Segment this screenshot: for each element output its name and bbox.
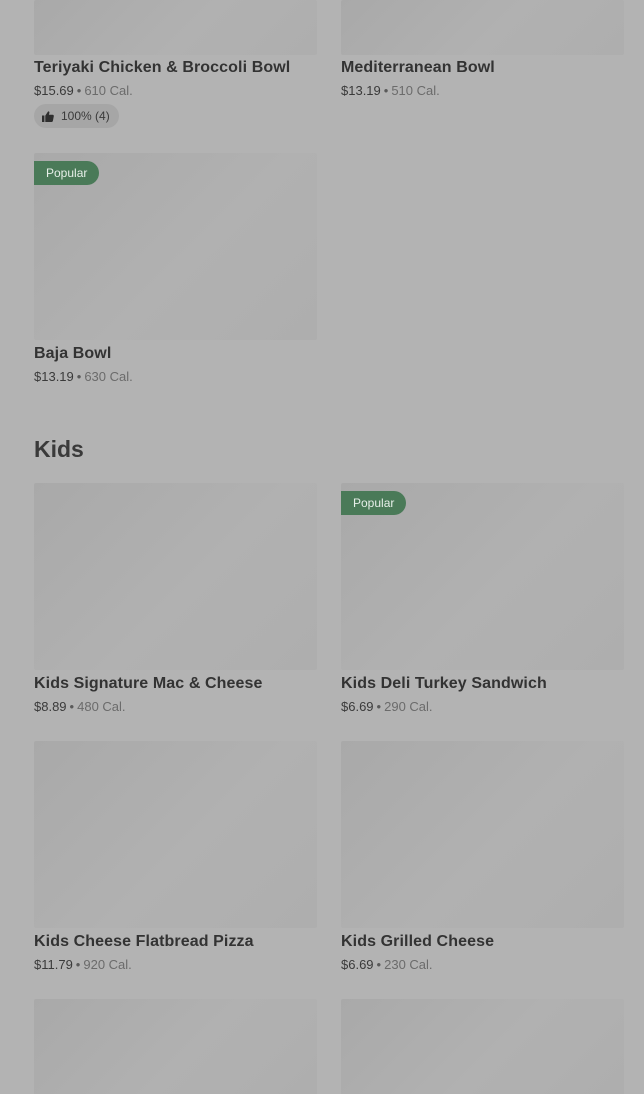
item-calories: 290 Cal. [384,699,433,714]
item-image [341,0,624,55]
rating-value: 100% (4) [61,109,110,123]
item-calories: 610 Cal. [84,83,133,98]
menu-item-card[interactable]: Popular Baja Bowl $13.19 • 630 Cal. [34,153,317,393]
menu-item-card[interactable]: Popular Kids Deli Turkey Sandwich $6.69 •… [341,483,624,723]
item-calories: 510 Cal. [391,83,440,98]
thumbs-up-icon [42,110,54,122]
item-price: $8.89 [34,699,67,714]
item-price: $13.19 [341,83,381,98]
item-image [34,999,317,1094]
item-meta: $6.69 • 230 Cal. [341,957,433,972]
item-image [34,0,317,55]
item-image [341,741,624,928]
item-price: $6.69 [341,957,374,972]
item-meta: $8.89 • 480 Cal. [34,699,126,714]
item-name: Kids Deli Turkey Sandwich [341,675,547,692]
item-price: $6.69 [341,699,374,714]
menu-item-card[interactable]: Kids Cheese Flatbread Pizza $11.79 • 920 C… [34,741,317,981]
item-calories: 920 Cal. [83,957,132,972]
item-meta: $15.69 • 610 Cal. [34,83,133,98]
item-name: Baja Bowl [34,345,112,362]
item-meta: $13.19 • 510 Cal. [341,83,440,98]
menu-item-card[interactable] [341,999,624,1094]
menu-item-card[interactable]: Mediterranean Bowl $13.19 • 510 Cal. [341,0,624,105]
item-image [341,999,624,1094]
meta-separator: • [376,699,382,714]
item-calories: 230 Cal. [384,957,433,972]
meta-separator: • [76,369,82,384]
rating-pill: 100% (4) [34,104,119,128]
item-name: Kids Grilled Cheese [341,933,495,950]
item-price: $15.69 [34,83,74,98]
item-meta: $6.69 • 290 Cal. [341,699,433,714]
meta-separator: • [75,957,81,972]
item-image [34,741,317,928]
item-name: Mediterranean Bowl [341,59,495,76]
popular-badge: Popular [341,491,407,515]
item-meta: $13.19 • 630 Cal. [34,369,133,384]
item-name: Kids Cheese Flatbread Pizza [34,933,254,950]
menu-item-card[interactable] [34,999,317,1094]
menu-item-card[interactable]: Teriyaki Chicken & Broccoli Bowl $15.69 •… [34,0,317,130]
item-meta: $11.79 • 920 Cal. [34,957,132,972]
item-image [34,483,317,670]
meta-separator: • [376,957,382,972]
item-price: $13.19 [34,369,74,384]
item-price: $11.79 [34,957,73,972]
menu-item-card[interactable]: Kids Grilled Cheese $6.69 • 230 Cal. [341,741,624,981]
section-title-kids: Kids [34,436,84,462]
item-name: Teriyaki Chicken & Broccoli Bowl [34,59,291,76]
meta-separator: • [76,83,82,98]
meta-separator: • [69,699,75,714]
meta-separator: • [383,83,389,98]
popular-badge: Popular [34,161,100,185]
menu-item-card[interactable]: Kids Signature Mac & Cheese $8.89 • 480 Ca… [34,483,317,723]
item-calories: 630 Cal. [84,369,133,384]
item-calories: 480 Cal. [77,699,126,714]
item-name: Kids Signature Mac & Cheese [34,675,263,692]
